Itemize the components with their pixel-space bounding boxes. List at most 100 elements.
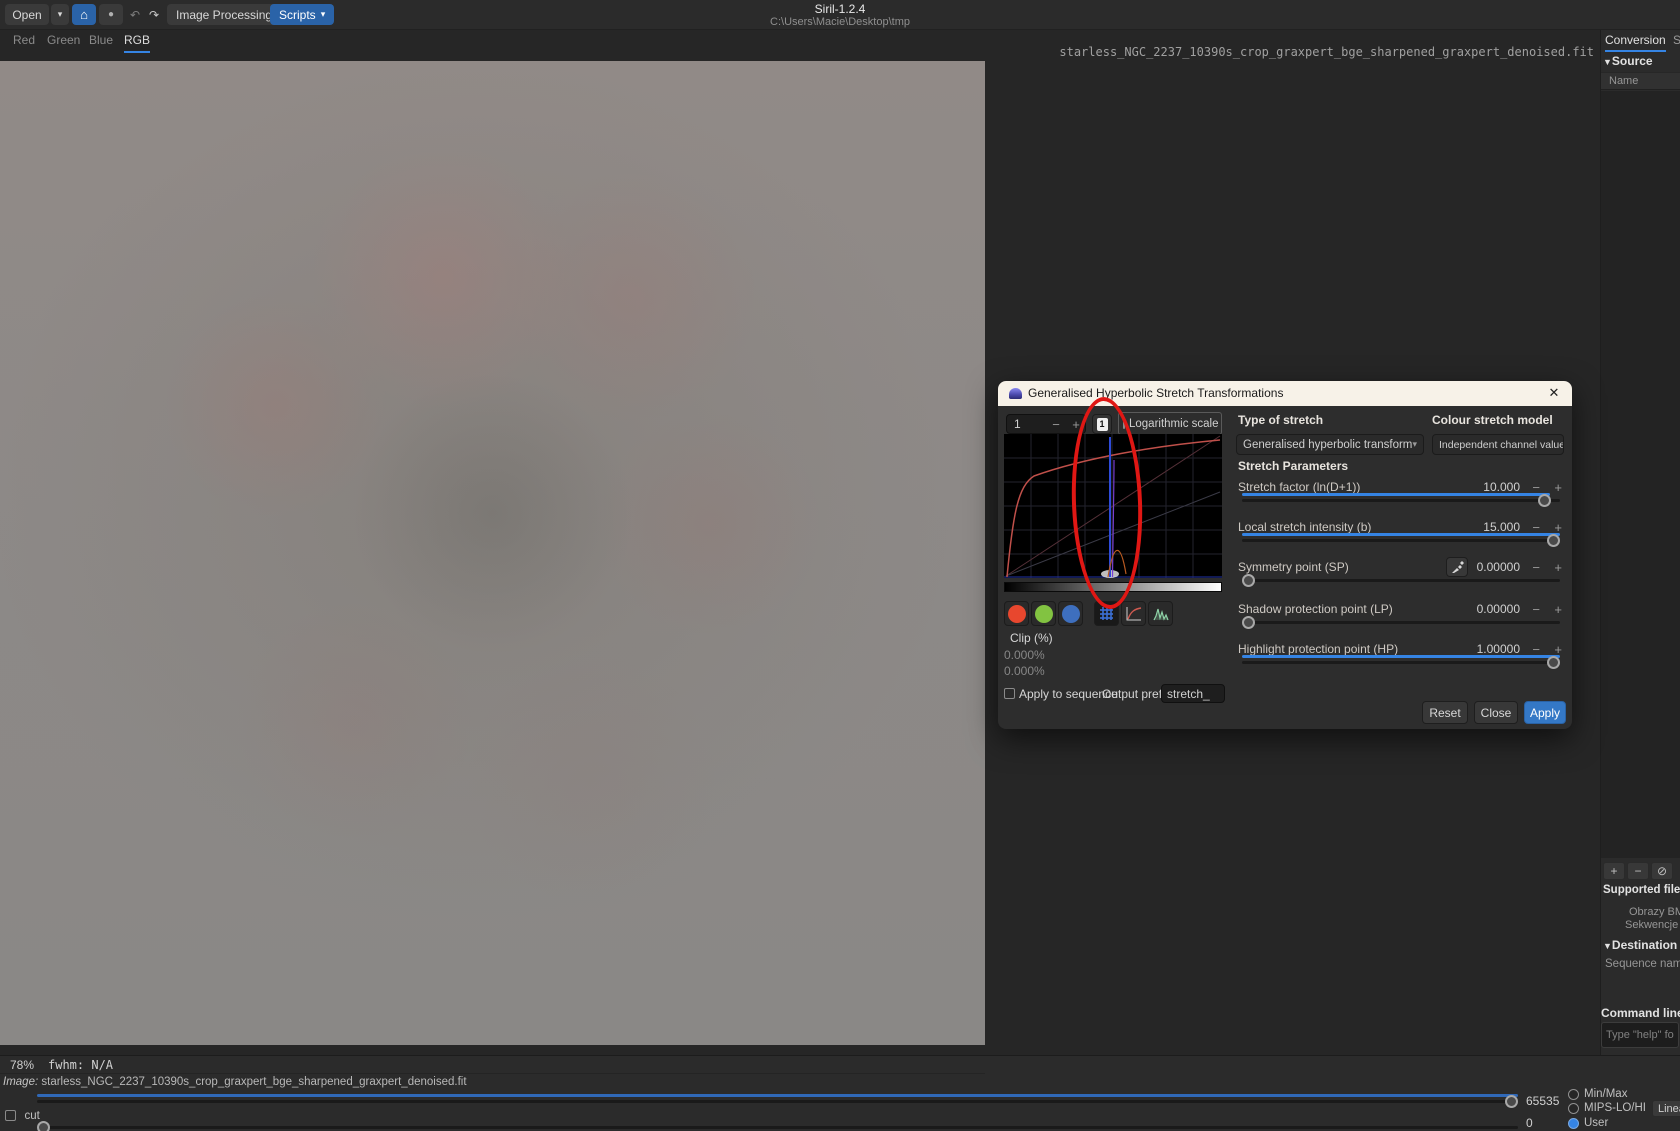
param-value[interactable]: 1.00000 bbox=[1477, 642, 1520, 656]
stretch-parameters-header: Stretch Parameters bbox=[1238, 459, 1348, 473]
param-value[interactable]: 0.00000 bbox=[1477, 602, 1520, 616]
param-slider[interactable] bbox=[1242, 533, 1560, 547]
record-button[interactable]: ● bbox=[99, 4, 123, 25]
zoom-level[interactable]: 78% bbox=[10, 1058, 34, 1072]
slider-handle[interactable] bbox=[1505, 1095, 1518, 1108]
blue-channel-toggle[interactable] bbox=[1058, 601, 1083, 626]
slider-handle[interactable] bbox=[1242, 616, 1255, 629]
logarithmic-label: Logarithmic scale bbox=[1129, 418, 1218, 430]
open-button[interactable]: Open bbox=[5, 4, 49, 25]
source-section-header[interactable]: ▼Source bbox=[1603, 54, 1653, 68]
red-channel-toggle[interactable] bbox=[1004, 601, 1029, 626]
tab-rgb[interactable]: RGB bbox=[124, 33, 150, 53]
command-line-input[interactable] bbox=[1601, 1022, 1679, 1048]
close-button[interactable]: Close bbox=[1474, 701, 1518, 724]
spin-increment-icon[interactable]: + bbox=[1069, 417, 1083, 432]
display-mode-select[interactable]: Linear▾ bbox=[1652, 1100, 1680, 1117]
window-title: Siril-1.2.4 bbox=[815, 2, 866, 16]
scripts-menu[interactable]: Scripts▾ bbox=[270, 4, 334, 25]
clip-value-shadows: 0.000% bbox=[1004, 648, 1045, 662]
redo-button[interactable]: ↷ bbox=[145, 4, 163, 25]
param-label: Stretch factor (ln(D+1)) bbox=[1238, 480, 1360, 494]
param-slider[interactable] bbox=[1242, 615, 1560, 629]
plus-icon: + bbox=[1610, 864, 1617, 878]
green-channel-icon bbox=[1035, 605, 1053, 623]
high-cutoff-value[interactable]: 65535 bbox=[1526, 1094, 1559, 1108]
image-status-filename: starless_NGC_2237_10390s_crop_graxpert_b… bbox=[41, 1076, 466, 1088]
param-slider[interactable] bbox=[1242, 493, 1560, 507]
curve-toggle[interactable] bbox=[1121, 601, 1146, 626]
green-channel-toggle[interactable] bbox=[1031, 601, 1056, 626]
param-value[interactable]: 15.000 bbox=[1483, 520, 1520, 534]
user-radio[interactable] bbox=[1568, 1118, 1579, 1129]
type-of-stretch-label: Type of stretch bbox=[1238, 413, 1323, 427]
param-slider[interactable] bbox=[1242, 655, 1560, 669]
supported-files-header: Supported file ty bbox=[1603, 884, 1680, 896]
clear-icon: ⊘ bbox=[1657, 864, 1667, 878]
image-processing-label: Image Processing bbox=[176, 8, 272, 22]
histogram-toggle[interactable] bbox=[1148, 601, 1173, 626]
image-canvas[interactable] bbox=[0, 61, 985, 1045]
channel-spinbutton[interactable]: 1 − + bbox=[1006, 414, 1086, 434]
type-of-stretch-select[interactable]: Generalised hyperbolic transform▾ bbox=[1236, 434, 1424, 455]
minmax-radio[interactable] bbox=[1568, 1089, 1579, 1100]
working-directory-path[interactable]: C:\Users\Macie\Desktop\tmp bbox=[770, 16, 910, 28]
colour-model-select[interactable]: Independent channel values▾ bbox=[1432, 434, 1564, 455]
low-cutoff-slider[interactable] bbox=[37, 1120, 1518, 1131]
clip-value-highlights: 0.000% bbox=[1004, 664, 1045, 678]
close-icon[interactable]: ✕ bbox=[1546, 385, 1562, 401]
home-button[interactable]: ⌂ bbox=[72, 4, 96, 25]
tab-sequence[interactable]: Se bbox=[1673, 33, 1680, 47]
high-cutoff-slider[interactable] bbox=[37, 1094, 1518, 1108]
slider-track bbox=[1242, 499, 1560, 502]
minmax-label: Min/Max bbox=[1584, 1088, 1627, 1100]
grid-toggle[interactable] bbox=[1094, 601, 1119, 626]
reset-button[interactable]: Reset bbox=[1422, 701, 1468, 724]
main-toolbar: Open ▾ ⌂ ● ↶ ↷ Image Processing▾ Scripts… bbox=[0, 0, 1680, 30]
tab-red[interactable]: Red bbox=[13, 33, 35, 51]
slider-handle[interactable] bbox=[1538, 494, 1551, 507]
open-dropdown-button[interactable]: ▾ bbox=[51, 4, 69, 25]
slider-handle[interactable] bbox=[37, 1121, 50, 1131]
slider-track bbox=[1242, 661, 1560, 664]
tab-green[interactable]: Green bbox=[47, 33, 80, 51]
tab-blue[interactable]: Blue bbox=[89, 33, 113, 51]
right-panel: Conversion Se ▼Source Name + − ⊘ Support… bbox=[1600, 30, 1680, 1055]
spin-decrement-icon[interactable]: − bbox=[1049, 417, 1063, 432]
remove-file-button[interactable]: − bbox=[1627, 862, 1649, 880]
red-channel-icon bbox=[1008, 605, 1026, 623]
slider-handle[interactable] bbox=[1547, 534, 1560, 547]
clear-list-button[interactable]: ⊘ bbox=[1651, 862, 1673, 880]
low-cutoff-value[interactable]: 0 bbox=[1526, 1116, 1533, 1130]
dialog-titlebar[interactable]: Generalised Hyperbolic Stretch Transform… bbox=[998, 381, 1572, 406]
slider-handle[interactable] bbox=[1547, 656, 1560, 669]
file-type-item: Sekwencje S bbox=[1625, 919, 1680, 931]
destination-section-header[interactable]: ▼Destination bbox=[1603, 938, 1677, 952]
channel-spin-value: 1 bbox=[1014, 417, 1021, 431]
param-value[interactable]: 0.00000 bbox=[1477, 560, 1520, 574]
histogram-plot[interactable] bbox=[1004, 434, 1222, 578]
param-slider[interactable] bbox=[1242, 573, 1560, 587]
clip-label: Clip (%) bbox=[1010, 631, 1053, 645]
chevron-down-icon: ▾ bbox=[58, 9, 63, 20]
slider-handle[interactable] bbox=[1242, 574, 1255, 587]
slider-track bbox=[1242, 539, 1560, 542]
cut-checkbox[interactable] bbox=[5, 1110, 16, 1121]
slider-track bbox=[1242, 579, 1560, 582]
siril-dome-icon bbox=[1009, 388, 1022, 399]
command-line-header: Command line bbox=[1601, 1006, 1680, 1020]
status-bar: 78% fwhm: N/A Image: starless_NGC_2237_1… bbox=[0, 1055, 1680, 1131]
output-prefix-input[interactable] bbox=[1161, 684, 1225, 703]
logarithmic-scale-toggle[interactable]: Logarithmic scale bbox=[1118, 412, 1222, 435]
param-value[interactable]: 10.000 bbox=[1483, 480, 1520, 494]
add-file-button[interactable]: + bbox=[1603, 862, 1625, 880]
undo-button[interactable]: ↶ bbox=[126, 4, 144, 25]
file-list[interactable] bbox=[1601, 91, 1680, 858]
cut-checkbox-row[interactable]: cut bbox=[5, 1106, 40, 1124]
mips-radio[interactable] bbox=[1568, 1103, 1579, 1114]
tab-conversion[interactable]: Conversion bbox=[1605, 33, 1666, 52]
apply-button[interactable]: Apply bbox=[1524, 701, 1566, 724]
apply-to-sequence-checkbox[interactable] bbox=[1004, 688, 1015, 699]
logarithmic-checkbox[interactable] bbox=[1123, 419, 1125, 429]
single-view-button[interactable]: 1 bbox=[1092, 414, 1112, 434]
